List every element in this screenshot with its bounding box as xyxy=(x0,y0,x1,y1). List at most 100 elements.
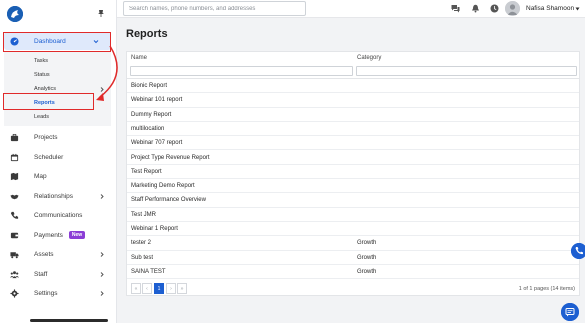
clock-icon[interactable] xyxy=(490,4,499,13)
table-row[interactable]: Dummy Report xyxy=(127,108,579,122)
cell-name: Webinar 1 Report xyxy=(131,226,178,232)
table-row[interactable]: Webinar 707 report xyxy=(127,136,579,151)
sidebar-item-payments[interactable]: Payments New xyxy=(0,226,117,246)
caret-down-icon[interactable] xyxy=(575,7,580,11)
sidebar-item-scheduler[interactable]: Scheduler xyxy=(0,148,117,168)
sidebar-item-map[interactable]: Map xyxy=(0,167,117,187)
phone-fab-icon[interactable] xyxy=(571,243,585,259)
sidebar-subitem-status[interactable]: Status xyxy=(4,68,111,82)
cell-name: Bionic Report xyxy=(131,83,168,89)
cell-name: Project Type Revenue Report xyxy=(131,154,210,161)
chat-bubbles-icon[interactable] xyxy=(451,4,460,13)
table-row[interactable]: Bionic Report xyxy=(127,79,579,94)
pager-first-button[interactable]: « xyxy=(131,283,141,294)
cell-name: Marketing Demo Report xyxy=(131,183,195,190)
category-filter-input[interactable] xyxy=(356,66,577,76)
chevron-down-icon xyxy=(93,38,99,45)
map-icon xyxy=(10,172,19,181)
cell-name: Staff Performance Overview xyxy=(131,197,206,204)
subitem-label: Tasks xyxy=(34,58,49,64)
column-header-category[interactable]: Category xyxy=(357,55,381,61)
cell-name: Webinar 707 report xyxy=(131,140,183,147)
reports-grid: Name Category Bionic Report Webinar 101 r… xyxy=(126,51,580,296)
cell-name: tester 2 xyxy=(131,240,152,247)
sidebar-item-label: Assets xyxy=(34,251,54,259)
table-row[interactable]: Project Type Revenue Report xyxy=(127,151,579,165)
sidebar-item-label: Staff xyxy=(34,270,48,278)
grid-header: Name Category xyxy=(127,52,579,79)
calendar-icon xyxy=(10,153,19,162)
sidebar: Dashboard Tasks Status Analytics Reports… xyxy=(0,0,117,323)
cell-name: multilocation xyxy=(131,125,165,132)
search-input[interactable] xyxy=(123,1,306,16)
wallet-icon xyxy=(10,231,19,240)
cell-name: Test Report xyxy=(131,168,162,175)
cell-category: Growth xyxy=(357,268,377,275)
pager-next-button[interactable]: › xyxy=(166,283,176,294)
column-header-name[interactable]: Name xyxy=(131,55,147,61)
cell-name: Dummy Report xyxy=(131,111,172,118)
sidebar-item-settings[interactable]: Settings xyxy=(0,284,117,304)
pin-icon[interactable] xyxy=(97,9,105,17)
cell-category: Growth xyxy=(357,254,377,261)
chevron-right-icon xyxy=(99,193,105,200)
table-row[interactable]: SAINA TEST Growth xyxy=(127,265,579,280)
sidebar-item-projects[interactable]: Projects xyxy=(0,128,117,148)
pager-last-button[interactable]: » xyxy=(177,283,187,294)
subitem-label: Status xyxy=(34,72,50,78)
chevron-right-icon xyxy=(99,290,105,297)
table-row[interactable]: Staff Performance Overview xyxy=(127,193,579,208)
briefcase-icon xyxy=(10,133,19,142)
sidebar-scrollbar[interactable] xyxy=(30,319,108,322)
phone-icon xyxy=(10,211,19,220)
sidebar-item-label: Communications xyxy=(34,212,83,220)
cell-name: Sub test xyxy=(131,254,154,261)
sidebar-subitem-analytics[interactable]: Analytics xyxy=(4,82,111,96)
cell-category: Growth xyxy=(357,240,377,247)
sidebar-item-label: Projects xyxy=(34,134,58,142)
table-row[interactable]: Sub test Growth xyxy=(127,251,579,265)
subitem-label: Leads xyxy=(34,114,49,120)
cell-name: Test JMR xyxy=(131,211,157,218)
bell-icon[interactable] xyxy=(471,4,480,13)
sidebar-subitem-tasks[interactable]: Tasks xyxy=(4,54,111,68)
sidebar-item-label: Payments xyxy=(34,231,63,239)
handshake-icon xyxy=(10,192,19,201)
chevron-right-icon xyxy=(99,251,105,258)
name-filter-input[interactable] xyxy=(130,66,353,76)
truck-icon xyxy=(10,250,19,259)
pager-page-button[interactable]: 1 xyxy=(154,283,164,294)
sidebar-item-relationships[interactable]: Relationships xyxy=(0,187,117,207)
sidebar-item-label: Scheduler xyxy=(34,153,64,161)
sidebar-subitem-leads[interactable]: Leads xyxy=(4,110,111,124)
gear-icon xyxy=(10,289,19,298)
table-row[interactable]: Test JMR xyxy=(127,208,579,222)
table-row[interactable]: Webinar 1 Report xyxy=(127,222,579,237)
table-row[interactable]: tester 2 Growth xyxy=(127,236,579,251)
table-row[interactable]: Test Report xyxy=(127,165,579,180)
sidebar-item-label: Relationships xyxy=(34,192,74,200)
sidebar-item-label: Map xyxy=(34,173,47,181)
chevron-right-icon xyxy=(99,86,105,93)
users-icon xyxy=(10,270,19,279)
sidebar-item-dashboard[interactable]: Dashboard xyxy=(4,32,111,50)
chevron-right-icon xyxy=(99,271,105,278)
user-name[interactable]: Nafisa Shamoon xyxy=(526,5,574,12)
sidebar-item-assets[interactable]: Assets xyxy=(0,245,117,265)
sidebar-subitem-reports[interactable]: Reports xyxy=(4,96,111,110)
sidebar-item-communications[interactable]: Communications xyxy=(0,206,117,226)
table-row[interactable]: multilocation xyxy=(127,122,579,137)
subitem-label: Reports xyxy=(34,100,55,106)
dashboard-submenu: Tasks Status Analytics Reports Leads xyxy=(4,52,111,126)
cell-name: Webinar 101 report xyxy=(131,97,183,104)
page-title: Reports xyxy=(126,28,168,40)
new-badge: New xyxy=(68,231,86,240)
chat-fab-icon[interactable] xyxy=(561,303,579,321)
logo-icon[interactable] xyxy=(7,6,23,22)
pager-info: 1 of 1 pages (14 items) xyxy=(518,286,575,292)
pager-prev-button[interactable]: ‹ xyxy=(142,283,152,294)
table-row[interactable]: Webinar 101 report xyxy=(127,93,579,108)
table-row[interactable]: Marketing Demo Report xyxy=(127,179,579,194)
sidebar-item-staff[interactable]: Staff xyxy=(0,265,117,285)
avatar[interactable] xyxy=(505,1,520,16)
